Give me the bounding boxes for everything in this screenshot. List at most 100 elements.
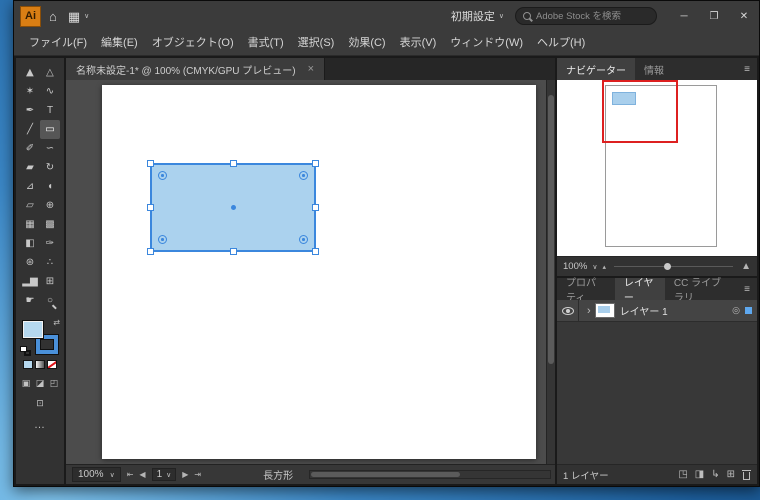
gradient-mode-icon[interactable] [35, 360, 45, 369]
zoom-in-icon[interactable]: ▲ [741, 261, 751, 272]
collect-for-export-icon[interactable]: ◳ [678, 469, 687, 480]
selection-handle[interactable] [230, 248, 237, 255]
selection-handle[interactable] [312, 248, 319, 255]
vertical-scrollbar[interactable] [546, 80, 555, 464]
menu-object[interactable]: オブジェクト(O) [145, 31, 241, 56]
prev-artboard-button[interactable]: ◀ [139, 470, 145, 479]
center-point[interactable] [231, 205, 236, 210]
scale-tool[interactable]: ⊿ [20, 177, 40, 196]
menu-window[interactable]: ウィンドウ(W) [443, 31, 530, 56]
tab-cc-libraries[interactable]: CC ライブラリ [665, 278, 737, 300]
maximize-button[interactable]: ❐ [699, 1, 729, 31]
none-mode-icon[interactable] [47, 360, 57, 369]
menu-edit[interactable]: 編集(E) [94, 31, 145, 56]
draw-inside-icon[interactable]: ◰ [48, 377, 60, 389]
symbol-sprayer-tool[interactable]: ∴ [40, 253, 60, 272]
illustrator-app-icon[interactable]: Ai [20, 6, 41, 27]
menu-file[interactable]: ファイル(F) [22, 31, 94, 56]
selection-handle[interactable] [147, 204, 154, 211]
panel-menu-icon[interactable]: ≡ [737, 278, 757, 300]
fill-swatch[interactable] [22, 320, 44, 339]
next-artboard-button[interactable]: ▶ [182, 470, 188, 479]
artboard-number-dropdown[interactable]: 1 ∨ [152, 468, 177, 481]
width-tool[interactable]: ◖ [40, 177, 60, 196]
selection-handle[interactable] [230, 160, 237, 167]
horizontal-scrollbar[interactable] [309, 470, 551, 479]
tab-navigator[interactable]: ナビゲーター [557, 58, 635, 80]
navigator-view-box[interactable] [602, 80, 678, 143]
document-tab[interactable]: 名称未設定-1* @ 100% (CMYK/GPU プレビュー) × [66, 58, 325, 80]
zoom-tool[interactable]: ○ [40, 291, 60, 310]
corner-widget[interactable] [299, 235, 308, 244]
blend-tool[interactable]: ⊛ [20, 253, 40, 272]
adobe-stock-search[interactable] [515, 7, 657, 25]
search-input[interactable] [536, 11, 644, 22]
vertical-scrollbar-thumb[interactable] [548, 95, 554, 364]
menu-view[interactable]: 表示(V) [393, 31, 444, 56]
layer-name[interactable]: レイヤー 1 [620, 303, 668, 318]
selection-tool[interactable]: ▶ [21, 63, 40, 83]
navigator-zoom-slider[interactable] [614, 266, 733, 267]
close-button[interactable]: ✕ [729, 1, 759, 31]
visibility-toggle[interactable] [557, 300, 579, 321]
workspace-switcher[interactable]: 初期設定 ∨ [448, 8, 507, 24]
selection-handle[interactable] [147, 160, 154, 167]
panel-menu-icon[interactable]: ≡ [737, 58, 757, 80]
corner-widget[interactable] [158, 171, 167, 180]
menu-help[interactable]: ヘルプ(H) [530, 31, 592, 56]
zoom-out-icon[interactable]: ▴ [602, 263, 606, 271]
menu-type[interactable]: 書式(T) [241, 31, 291, 56]
menu-effect[interactable]: 効果(C) [341, 31, 392, 56]
zoom-slider-thumb[interactable] [664, 263, 671, 270]
tab-info[interactable]: 情報 [635, 58, 673, 80]
arrange-documents-button[interactable]: ▦ ∨ [65, 10, 92, 23]
layer-thumbnail[interactable] [595, 303, 615, 318]
selected-rectangle[interactable] [150, 163, 316, 252]
trash-icon[interactable] [742, 470, 751, 480]
selection-handle[interactable] [312, 160, 319, 167]
eyedropper-tool[interactable]: ✑ [40, 234, 60, 253]
mesh-tool[interactable]: ▩ [40, 215, 60, 234]
magic-wand-tool[interactable]: ✶ [20, 82, 40, 101]
gradient-tool[interactable]: ◧ [20, 234, 40, 253]
selection-color-indicator[interactable] [745, 307, 752, 314]
edit-toolbar-button[interactable]: … [34, 419, 46, 431]
free-transform-tool[interactable]: ▱ [20, 196, 40, 215]
corner-widget[interactable] [299, 171, 308, 180]
type-tool[interactable]: T [40, 101, 60, 120]
line-segment-tool[interactable]: ╱ [20, 120, 40, 139]
direct-selection-tool[interactable]: ▷ [41, 63, 60, 83]
new-sublayer-icon[interactable]: ↳ [711, 469, 719, 480]
zoom-level-dropdown[interactable]: 100% ∨ [72, 467, 121, 482]
artboard-tool[interactable]: ⊞ [40, 272, 60, 291]
default-fill-stroke-icon[interactable] [20, 346, 31, 356]
color-mode-icon[interactable] [23, 360, 33, 369]
menu-select[interactable]: 選択(S) [291, 31, 342, 56]
home-icon[interactable]: ⌂ [49, 10, 57, 23]
column-graph-tool[interactable]: ▂▆ [20, 272, 40, 291]
last-artboard-button[interactable]: ⇥ [194, 470, 201, 479]
eraser-tool[interactable]: ▰ [20, 158, 40, 177]
tab-close-icon[interactable]: × [308, 63, 314, 75]
horizontal-scrollbar-thumb[interactable] [311, 472, 460, 477]
draw-normal-icon[interactable]: ▣ [20, 377, 32, 389]
perspective-grid-tool[interactable]: ▦ [20, 215, 40, 234]
navigator-zoom-value[interactable]: 100% [563, 261, 587, 272]
shape-builder-tool[interactable]: ⊕ [40, 196, 60, 215]
make-clipping-mask-icon[interactable]: ◨ [695, 469, 704, 480]
layer-row[interactable]: › レイヤー 1 ◎ [557, 300, 757, 322]
target-icon[interactable]: ◎ [732, 305, 740, 316]
swap-fill-stroke-icon[interactable]: ⇄ [53, 318, 60, 327]
first-artboard-button[interactable]: ⇤ [127, 470, 134, 479]
selection-handle[interactable] [147, 248, 154, 255]
corner-widget[interactable] [158, 235, 167, 244]
rotate-tool[interactable]: ↻ [40, 158, 60, 177]
shaper-tool[interactable]: ∽ [40, 139, 60, 158]
paintbrush-tool[interactable]: ✐ [20, 139, 40, 158]
new-layer-icon[interactable]: ⊞ [727, 469, 735, 480]
pen-tool[interactable]: ✒ [20, 101, 40, 120]
canvas[interactable] [66, 80, 555, 464]
rectangle-tool[interactable]: ▭ [40, 120, 60, 139]
disclosure-icon[interactable]: › [587, 305, 591, 317]
screen-mode-icon[interactable]: ⊡ [34, 397, 46, 409]
